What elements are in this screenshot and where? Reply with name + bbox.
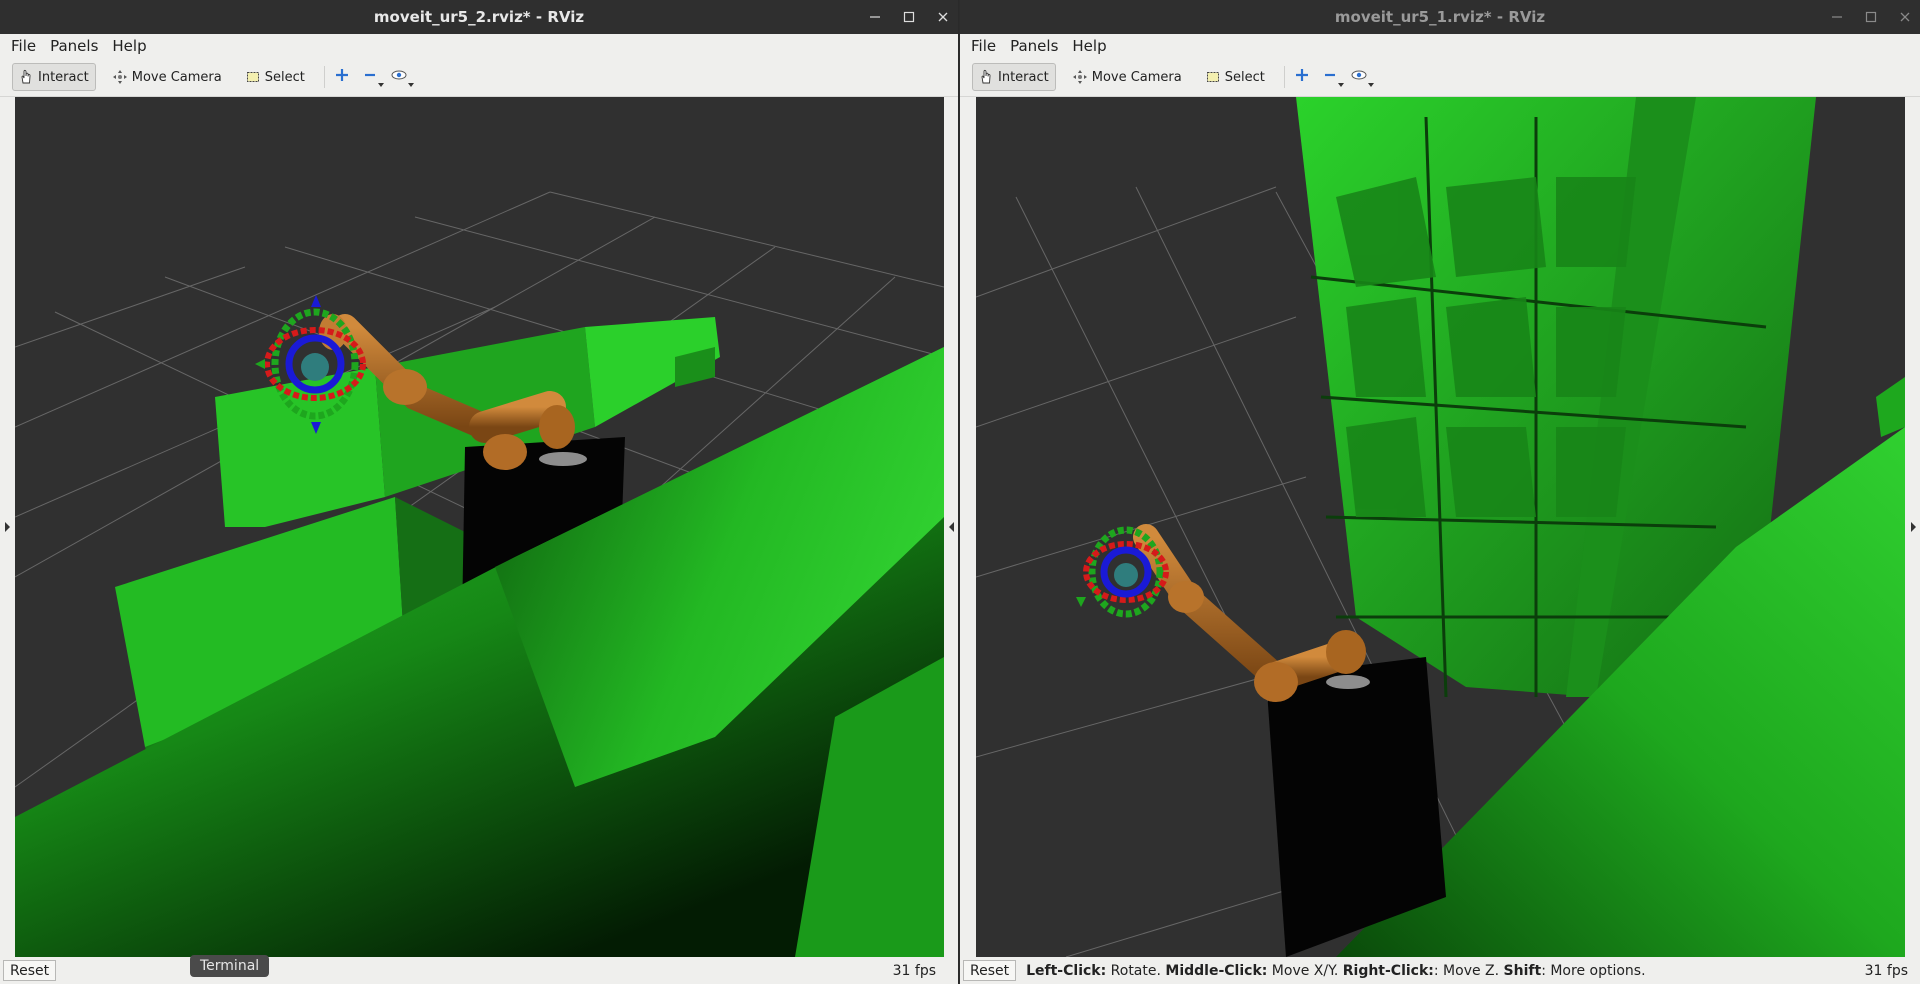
- status-bar: Reset Left-Click: Rotate. Middle-Click: …: [960, 957, 1920, 984]
- menu-help[interactable]: Help: [105, 37, 153, 55]
- close-button[interactable]: [934, 8, 952, 26]
- maximize-button[interactable]: [1862, 8, 1880, 26]
- hint-shift-action: : More options.: [1541, 962, 1646, 979]
- hand-icon: [979, 69, 993, 85]
- menu-file[interactable]: File: [964, 37, 1003, 55]
- interact-tool-button[interactable]: Interact: [12, 63, 96, 91]
- remove-tool-button[interactable]: [363, 63, 384, 91]
- right-dock-toggle[interactable]: [944, 97, 958, 957]
- select-tool-button[interactable]: Select: [1199, 63, 1272, 91]
- minimize-button[interactable]: [866, 8, 884, 26]
- minimize-icon: [1832, 16, 1842, 18]
- right-dock-toggle[interactable]: [1906, 97, 1920, 957]
- select-box-icon: [1206, 70, 1220, 84]
- scene-render: [976, 97, 1905, 957]
- add-tool-icon: [335, 68, 349, 86]
- move-camera-tool-button[interactable]: Move Camera: [1066, 63, 1189, 91]
- select-label: Select: [264, 69, 305, 85]
- reset-button[interactable]: Reset: [3, 960, 57, 981]
- menu-panels[interactable]: Panels: [43, 37, 105, 55]
- close-button[interactable]: [1896, 8, 1914, 26]
- terminal-tooltip: Terminal: [190, 955, 270, 977]
- add-tool-icon: [1295, 68, 1309, 86]
- window-title: moveit_ur5_1.rviz* - RViz: [1334, 8, 1546, 26]
- status-hint: Left-Click: Rotate. Middle-Click: Move X…: [1026, 963, 1645, 979]
- minimize-button[interactable]: [1828, 8, 1846, 26]
- view-options-button[interactable]: [1351, 63, 1374, 91]
- 3d-viewport[interactable]: [15, 97, 944, 957]
- menu-bar: File Panels Help: [0, 34, 958, 58]
- title-bar[interactable]: moveit_ur5_2.rviz* - RViz: [0, 0, 958, 34]
- hint-shift-key: Shift: [1503, 962, 1542, 979]
- select-label: Select: [1224, 69, 1265, 85]
- maximize-button[interactable]: [900, 8, 918, 26]
- hint-right-click-key: Right-Click:: [1342, 962, 1434, 979]
- hint-middle-click-action: Move X/Y.: [1267, 962, 1343, 979]
- add-tool-button[interactable]: [1295, 63, 1309, 91]
- hint-middle-click-key: Middle-Click:: [1165, 962, 1268, 979]
- close-icon: [938, 12, 948, 22]
- camera-move-icon: [112, 70, 127, 84]
- close-icon: [1900, 12, 1910, 22]
- select-box-icon: [246, 70, 260, 84]
- move-camera-tool-button[interactable]: Move Camera: [106, 63, 229, 91]
- interact-label: Interact: [38, 69, 89, 85]
- interact-label: Interact: [998, 69, 1049, 85]
- menu-bar: File Panels Help: [960, 34, 1920, 58]
- menu-file[interactable]: File: [4, 37, 43, 55]
- add-tool-button[interactable]: [335, 63, 349, 91]
- menu-panels[interactable]: Panels: [1003, 37, 1065, 55]
- title-bar[interactable]: moveit_ur5_1.rviz* - RViz: [960, 0, 1920, 34]
- 3d-viewport[interactable]: [976, 97, 1905, 957]
- interact-tool-button[interactable]: Interact: [972, 63, 1056, 91]
- reset-button[interactable]: Reset: [963, 960, 1017, 981]
- rviz-window-left: moveit_ur5_2.rviz* - RViz File Panels He…: [0, 0, 959, 984]
- view-options-button[interactable]: [391, 63, 414, 91]
- select-tool-button[interactable]: Select: [239, 63, 312, 91]
- window-title: moveit_ur5_2.rviz* - RViz: [373, 8, 585, 26]
- hint-left-click-key: Left-Click:: [1026, 962, 1107, 979]
- status-bar: Reset 31 fps: [0, 957, 958, 984]
- fps-counter: 31 fps: [1864, 962, 1908, 979]
- camera-move-icon: [1072, 70, 1087, 84]
- eye-icon: [391, 69, 407, 85]
- maximize-icon: [903, 11, 915, 23]
- maximize-icon: [1865, 11, 1877, 23]
- minimize-icon: [870, 16, 880, 18]
- hint-right-click-action: : Move Z.: [1433, 962, 1504, 979]
- remove-tool-button[interactable]: [1323, 63, 1344, 91]
- remove-tool-icon: [1323, 68, 1337, 86]
- rviz-window-right: moveit_ur5_1.rviz* - RViz File Panels He…: [960, 0, 1920, 984]
- toolbar-separator: [323, 66, 325, 88]
- scene-render: [15, 97, 944, 957]
- hand-icon: [19, 69, 33, 85]
- menu-help[interactable]: Help: [1065, 37, 1113, 55]
- fps-counter: 31 fps: [892, 962, 936, 979]
- move-camera-label: Move Camera: [131, 69, 222, 85]
- move-camera-label: Move Camera: [1091, 69, 1182, 85]
- hint-left-click-action: Rotate.: [1106, 962, 1166, 979]
- remove-tool-icon: [363, 68, 377, 86]
- left-dock-toggle[interactable]: [0, 97, 14, 957]
- tool-bar: Interact Move Camera Select: [960, 58, 1920, 97]
- tool-bar: Interact Move Camera Select: [0, 58, 958, 97]
- toolbar-separator: [1283, 66, 1285, 88]
- eye-icon: [1351, 69, 1367, 85]
